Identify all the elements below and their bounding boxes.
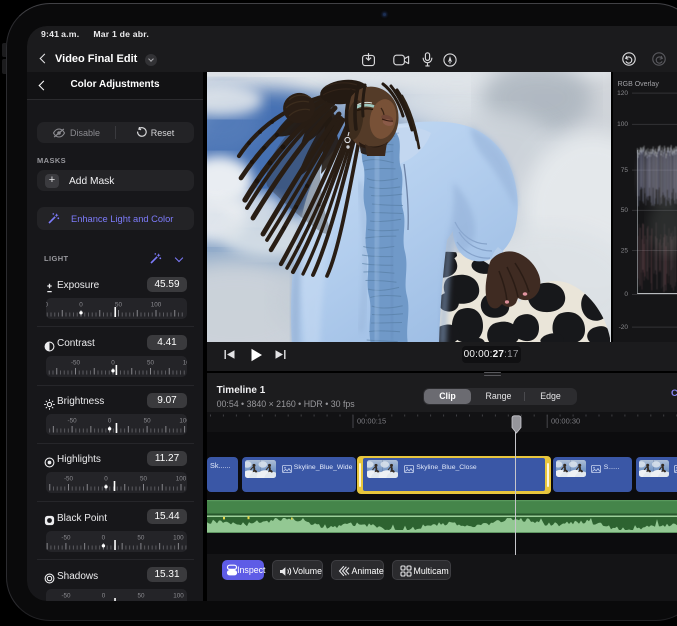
svg-text:-50: -50 bbox=[61, 534, 71, 541]
svg-text:-50: -50 bbox=[68, 418, 78, 425]
svg-text:50: 50 bbox=[140, 476, 148, 483]
svg-text:0: 0 bbox=[104, 476, 108, 483]
svg-text:100: 100 bbox=[151, 301, 162, 308]
svg-text:50: 50 bbox=[147, 359, 155, 366]
svg-text:50: 50 bbox=[137, 534, 145, 541]
svg-text:75: 75 bbox=[621, 167, 629, 174]
svg-text:0: 0 bbox=[108, 418, 112, 425]
svg-text:100: 100 bbox=[173, 534, 184, 541]
svg-text:100: 100 bbox=[173, 592, 184, 599]
svg-text:50: 50 bbox=[137, 592, 145, 599]
svg-text:100: 100 bbox=[179, 418, 187, 425]
svg-text:0: 0 bbox=[111, 359, 115, 366]
svg-text:0: 0 bbox=[79, 301, 83, 308]
svg-text:50: 50 bbox=[621, 207, 629, 214]
svg-text:100: 100 bbox=[183, 359, 187, 366]
svg-text:-20: -20 bbox=[619, 324, 629, 331]
svg-text:-50: -50 bbox=[71, 359, 81, 366]
svg-text:25: 25 bbox=[621, 247, 629, 254]
svg-text:00:00:15: 00:00:15 bbox=[357, 417, 386, 426]
svg-text:50: 50 bbox=[144, 418, 152, 425]
svg-text:50: 50 bbox=[115, 301, 123, 308]
svg-text:0: 0 bbox=[102, 592, 106, 599]
svg-text:100: 100 bbox=[176, 476, 187, 483]
svg-text:120: 120 bbox=[617, 90, 628, 97]
svg-text:-50: -50 bbox=[46, 301, 49, 308]
svg-text:0: 0 bbox=[102, 534, 106, 541]
svg-text:00:00:30: 00:00:30 bbox=[551, 417, 580, 426]
svg-text:0: 0 bbox=[624, 291, 628, 298]
svg-text:RGB Overlay: RGB Overlay bbox=[618, 81, 660, 88]
svg-text:100: 100 bbox=[617, 121, 628, 128]
svg-text:-50: -50 bbox=[61, 592, 71, 599]
svg-text:-50: -50 bbox=[64, 476, 74, 483]
